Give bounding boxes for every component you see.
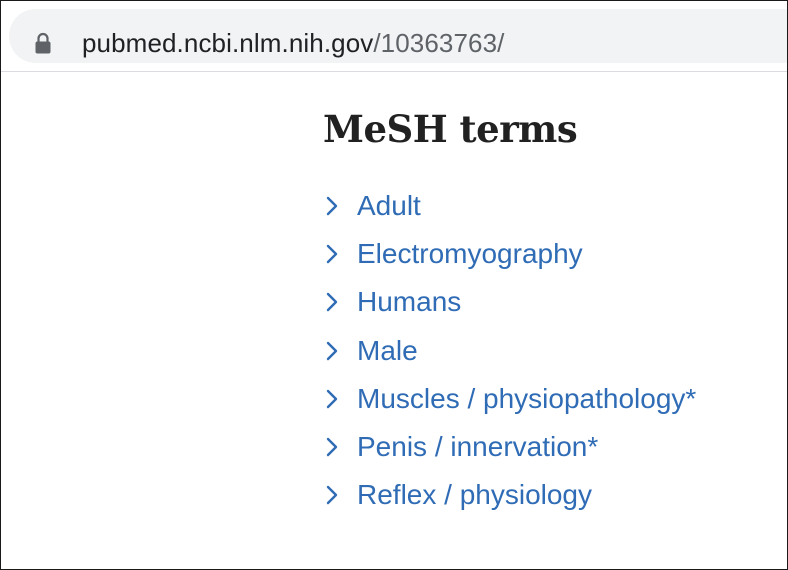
mesh-term-male[interactable]: Male (323, 327, 696, 375)
chevron-right-icon (326, 486, 338, 505)
address-bar[interactable]: pubmed.ncbi.nlm.nih.gov/10363763/ (9, 9, 787, 63)
mesh-term-electromyography[interactable]: Electromyography (323, 230, 696, 278)
mesh-term-label: Penis / innervation* (357, 431, 599, 463)
chevron-right-icon (326, 245, 338, 264)
mesh-term-label: Humans (357, 286, 462, 318)
mesh-term-muscles-physiopathology[interactable]: Muscles / physiopathology* (323, 375, 696, 423)
mesh-terms-heading: MeSH terms (323, 107, 578, 151)
url-path: /10363763/ (373, 28, 505, 58)
mesh-term-label: Electromyography (357, 238, 583, 270)
chevron-right-icon (326, 293, 338, 312)
browser-window: pubmed.ncbi.nlm.nih.gov/10363763/ MeSH t… (0, 0, 788, 570)
mesh-term-label: Reflex / physiology (357, 479, 593, 511)
url-host: pubmed.ncbi.nlm.nih.gov (82, 28, 374, 58)
chevron-right-icon (326, 437, 338, 457)
mesh-term-label: Adult (357, 190, 421, 222)
mesh-term-penis-innervation[interactable]: Penis / innervation* (323, 423, 696, 471)
mesh-term-adult[interactable]: Adult (323, 182, 696, 230)
chevron-right-icon (326, 389, 338, 409)
mesh-term-reflex-physiology[interactable]: Reflex / physiology (323, 471, 696, 519)
mesh-terms-list: Adult Electromyography Humans Male Muscl… (323, 182, 696, 519)
mesh-term-label: Male (357, 334, 418, 366)
chevron-right-icon (326, 341, 338, 360)
mesh-term-label: Muscles / physiopathology* (357, 382, 697, 414)
url-text[interactable]: pubmed.ncbi.nlm.nih.gov/10363763/ (82, 26, 505, 60)
chevron-right-icon (326, 196, 338, 216)
mesh-term-humans[interactable]: Humans (323, 278, 696, 326)
toolbar-divider (1, 71, 787, 72)
lock-icon[interactable] (35, 32, 51, 54)
